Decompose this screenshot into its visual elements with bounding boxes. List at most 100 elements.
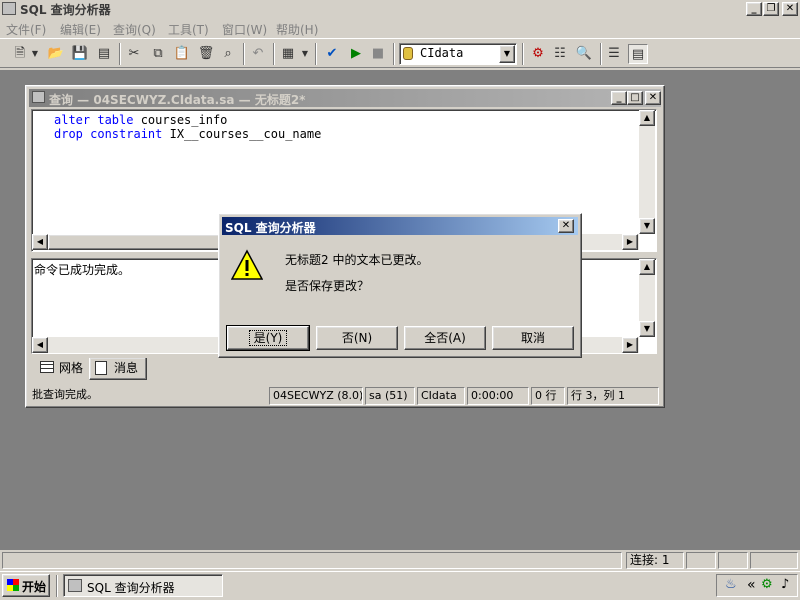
app-icon xyxy=(2,2,16,15)
status-message: 批查询完成。 xyxy=(32,388,98,401)
dropdown-arrow-icon[interactable]: ▼ xyxy=(300,44,310,64)
taskbar-task-label: SQL 查询分析器 xyxy=(87,581,175,595)
toolbar-separator xyxy=(243,43,245,65)
scroll-left-arrow-icon[interactable]: ◀ xyxy=(32,337,48,353)
copy-icon[interactable]: ⧉ xyxy=(148,44,168,64)
editor-line: drop constraint IX__courses__cou_name xyxy=(54,127,321,141)
windows-logo-icon xyxy=(7,579,19,591)
close-button[interactable]: ✕ xyxy=(782,2,798,16)
status-elapsed: 0:00:00 xyxy=(467,387,529,405)
scroll-up-arrow-icon[interactable]: ▲ xyxy=(639,259,655,275)
menu-window[interactable]: 窗口(W) xyxy=(222,21,267,38)
query-close-button[interactable]: ✕ xyxy=(645,91,661,105)
clear-window-icon[interactable]: 🗑 xyxy=(196,44,216,64)
taskbar-task-sql-analyzer[interactable]: SQL 查询分析器 xyxy=(63,574,223,597)
cut-icon[interactable]: ✂ xyxy=(124,44,144,64)
menu-file[interactable]: 文件(F) xyxy=(6,21,46,38)
execute-play-icon[interactable]: ▶ xyxy=(346,44,366,64)
database-select-value: CIdata xyxy=(420,46,464,60)
object-search-icon[interactable]: 🔍 xyxy=(574,44,594,64)
query-window-titlebar: 查询 — 04SECWYZ.CIdata.sa — 无标题2* _ □ ✕ xyxy=(29,89,661,107)
status-panel xyxy=(686,552,716,569)
toolbar-separator xyxy=(522,43,524,65)
tray-sql-service-icon[interactable]: ⚙ xyxy=(761,577,773,592)
result-tabs: 网格 消息 xyxy=(31,358,657,382)
menu-edit[interactable]: 编辑(E) xyxy=(60,21,101,38)
no-button[interactable]: 否(N) xyxy=(316,326,398,350)
dialog-title: SQL 查询分析器 xyxy=(225,221,316,235)
taskbar-separator xyxy=(56,575,58,597)
save-icon[interactable]: 💾 xyxy=(70,44,90,64)
new-query-icon[interactable]: 🗎 xyxy=(10,44,30,64)
tab-messages-label: 消息 xyxy=(114,361,139,375)
scroll-left-arrow-icon[interactable]: ◀ xyxy=(32,234,48,250)
dropdown-arrow-icon[interactable]: ▼ xyxy=(30,44,40,64)
results-pane-icon[interactable]: ▤ xyxy=(628,44,648,64)
toolbar: 🗎 ▼ 📂 💾 ▤ ✂ ⧉ 📋 🗑 ⌕ ↶ ▦ ▼ ✔ ▶ ■ CIdata ▼… xyxy=(0,38,800,68)
menu-help[interactable]: 帮助(H) xyxy=(276,21,318,38)
minimize-button[interactable]: _ xyxy=(746,2,762,16)
status-rows: 0 行 xyxy=(531,387,565,405)
dialog-close-button[interactable]: ✕ xyxy=(558,219,574,233)
restore-button[interactable]: ❐ xyxy=(763,2,779,16)
scroll-down-arrow-icon[interactable]: ▼ xyxy=(639,321,655,337)
sql-text: IX__courses__cou_name xyxy=(162,127,322,141)
tray-speaker-icon[interactable]: ♪ xyxy=(781,577,789,592)
status-database: CIdata xyxy=(417,387,465,405)
start-button[interactable]: 开始 xyxy=(2,574,50,597)
query-statusbar: 批查询完成。 04SECWYZ (8.0) sa (51) CIdata 0:0… xyxy=(29,386,663,406)
menu-tools[interactable]: 工具(T) xyxy=(168,21,209,38)
tab-grid[interactable]: 网格 xyxy=(35,358,93,380)
scroll-down-arrow-icon[interactable]: ▼ xyxy=(639,218,655,234)
messages-icon xyxy=(95,361,107,375)
yes-button[interactable]: 是(Y) xyxy=(226,325,310,351)
undo-icon[interactable]: ↶ xyxy=(248,44,268,64)
no-button-label: 否(N) xyxy=(341,331,373,345)
toolbar-separator xyxy=(393,43,395,65)
editor-vertical-scrollbar[interactable]: ▲ ▼ xyxy=(639,110,655,234)
tab-messages[interactable]: 消息 xyxy=(89,358,147,380)
menu-query[interactable]: 查询(Q) xyxy=(113,21,156,38)
properties-icon[interactable]: ☰ xyxy=(604,44,624,64)
system-tray: ♨ « ⚙ ♪ xyxy=(716,574,798,597)
menubar: 文件(F) 编辑(E) 查询(Q) 工具(T) 窗口(W) 帮助(H) xyxy=(0,19,800,37)
toolbar-separator xyxy=(273,43,275,65)
parse-check-icon[interactable]: ✔ xyxy=(322,44,342,64)
results-vertical-scrollbar[interactable]: ▲ ▼ xyxy=(639,259,655,337)
insert-template-icon[interactable]: ▤ xyxy=(94,44,114,64)
paste-icon[interactable]: 📋 xyxy=(172,44,192,64)
toolbar-separator xyxy=(119,43,121,65)
scroll-right-arrow-icon[interactable]: ▶ xyxy=(622,234,638,250)
find-icon[interactable]: ⌕ xyxy=(218,44,238,64)
sql-keyword: drop constraint xyxy=(54,127,163,141)
grid-icon xyxy=(40,361,54,373)
database-select[interactable]: CIdata ▼ xyxy=(399,43,517,65)
no-to-all-button[interactable]: 全否(A) xyxy=(404,326,486,350)
toolbar-separator xyxy=(600,43,602,65)
tray-expand-icon[interactable]: « xyxy=(747,577,756,593)
chevron-down-icon[interactable]: ▼ xyxy=(499,45,515,63)
show-plan-icon[interactable]: ⚙ xyxy=(528,44,548,64)
status-panel xyxy=(718,552,748,569)
toolbar-separator xyxy=(315,43,317,65)
query-window-icon xyxy=(32,91,45,103)
query-window-title: 查询 — 04SECWYZ.CIdata.sa — 无标题2* xyxy=(49,93,306,107)
dialog-titlebar: SQL 查询分析器 ✕ xyxy=(222,217,578,235)
cancel-button-label: 取消 xyxy=(520,331,545,345)
query-maximize-button[interactable]: □ xyxy=(627,91,643,105)
yes-button-label: 是(Y) xyxy=(248,330,288,346)
results-grid-icon[interactable]: ▦ xyxy=(278,44,298,64)
sql-analyzer-icon xyxy=(68,579,82,592)
cancel-button[interactable]: 取消 xyxy=(492,326,574,350)
query-minimize-button[interactable]: _ xyxy=(611,91,627,105)
scroll-thumb[interactable] xyxy=(48,234,223,250)
warning-icon xyxy=(231,249,263,280)
status-main-panel xyxy=(2,552,622,569)
tray-network-icon[interactable]: ♨ xyxy=(725,577,737,592)
object-browser-icon[interactable]: ☷ xyxy=(550,44,570,64)
scroll-up-arrow-icon[interactable]: ▲ xyxy=(639,110,655,126)
open-folder-icon[interactable]: 📂 xyxy=(46,44,66,64)
scroll-right-arrow-icon[interactable]: ▶ xyxy=(622,337,638,353)
app-title: SQL 查询分析器 xyxy=(20,3,111,17)
stop-icon[interactable]: ■ xyxy=(368,44,388,64)
